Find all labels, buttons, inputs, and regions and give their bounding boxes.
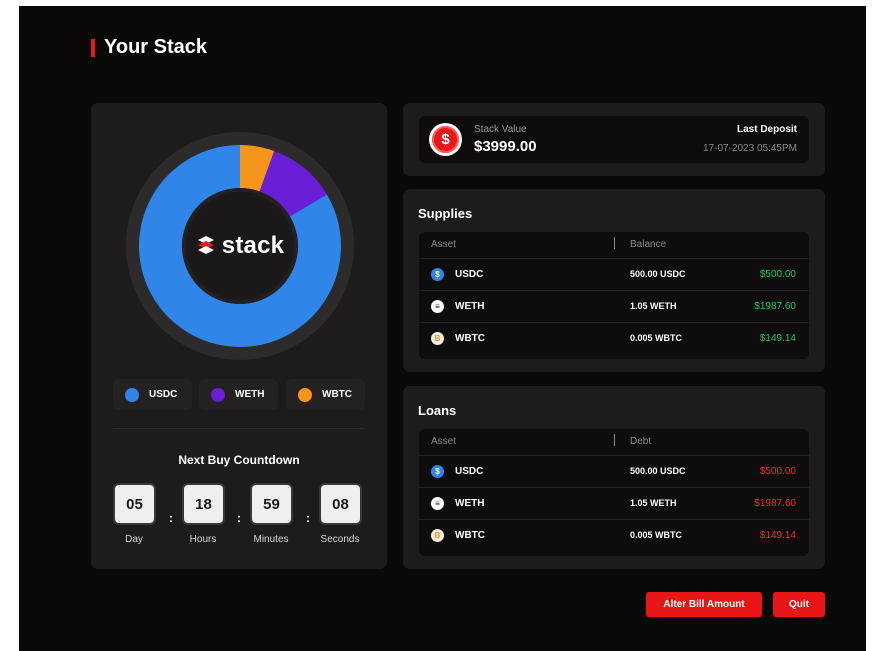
countdown-days: 05 [115, 485, 154, 523]
asset-usd-value: $1987.60 [754, 498, 796, 509]
legend-label: WBTC [322, 389, 352, 400]
title-accent-bar [91, 39, 95, 57]
countdown-seconds: 08 [321, 485, 360, 523]
column-divider [614, 237, 615, 249]
legend-label: USDC [149, 389, 178, 400]
supplies-panel: Supplies Asset Balance $ USDC 500.00 USD… [403, 189, 825, 372]
stack-logo-icon [197, 236, 214, 254]
countdown-separator: : [169, 511, 173, 525]
asset-usd-value: $149.14 [759, 333, 796, 344]
weth-icon: ≡ [431, 300, 444, 313]
countdown-title: Next Buy Countdown [178, 453, 300, 467]
legend-item-usdc: USDC [113, 379, 192, 410]
countdown-separator: : [306, 511, 310, 525]
column-divider [614, 434, 615, 446]
asset-usd-value: $149.14 [759, 530, 796, 541]
legend-item-weth: WETH [199, 379, 278, 410]
asset-name: WBTC [455, 333, 485, 344]
countdown-label-minutes: Minutes [253, 534, 289, 545]
last-deposit-label: Last Deposit [736, 124, 797, 135]
supplies-title: Supplies [418, 206, 473, 221]
loans-table: Asset Debt $ USDC 500.00 USDC $500.00 ≡ … [419, 429, 809, 556]
app-window: Your Stack stack USDC WETH WBTC Next Buy… [19, 6, 866, 651]
table-row: ≡ WETH 1.05 WETH $1987.60 [419, 290, 809, 322]
stack-value-panel: $ Stack Value $3999.00 Last Deposit 17-0… [403, 103, 825, 176]
usdc-legend-dot [125, 387, 139, 402]
table-row: $ USDC 500.00 USDC $500.00 [419, 455, 809, 487]
table-row: ≡ WETH 1.05 WETH $1987.60 [419, 487, 809, 519]
asset-amount: 1.05 WETH [630, 498, 677, 508]
countdown-label-seconds: Seconds [320, 534, 360, 545]
asset-usd-value: $1987.60 [754, 301, 796, 312]
column-header-balance: Balance [630, 239, 667, 250]
countdown-label-hours: Hours [189, 534, 217, 545]
usdc-icon: $ [431, 268, 444, 281]
asset-amount: 0.005 WBTC [630, 530, 683, 540]
wbtc-icon: B [431, 529, 444, 542]
weth-icon: ≡ [431, 497, 444, 510]
asset-name: WBTC [455, 530, 485, 541]
asset-name: WETH [455, 301, 485, 312]
stack-value-label: Stack Value [474, 124, 527, 135]
wbtc-legend-dot [298, 387, 312, 402]
asset-usd-value: $500.00 [759, 466, 796, 477]
page-title: Your Stack [104, 36, 207, 58]
asset-usd-value: $500.00 [759, 269, 796, 280]
column-header-asset: Asset [431, 239, 457, 250]
asset-amount: 0.005 WBTC [630, 333, 683, 343]
asset-amount: 1.05 WETH [630, 301, 677, 311]
stack-logo-text: stack [221, 232, 285, 259]
column-header-debt: Debt [630, 436, 652, 447]
asset-name: WETH [455, 498, 485, 509]
allocation-panel: stack USDC WETH WBTC Next Buy Countdown … [91, 103, 387, 569]
divider [113, 428, 365, 429]
stack-logo: stack [125, 131, 355, 361]
asset-amount: 500.00 USDC [630, 269, 686, 279]
legend-item-wbtc: WBTC [286, 379, 365, 410]
usdc-icon: $ [431, 465, 444, 478]
countdown-hours: 18 [184, 485, 223, 523]
dollar-icon: $ [429, 123, 462, 156]
supplies-table: Asset Balance $ USDC 500.00 USDC $500.00… [419, 232, 809, 359]
stack-value-card: $ Stack Value $3999.00 Last Deposit 17-0… [419, 116, 809, 163]
allocation-donut-chart: stack [125, 131, 355, 361]
wbtc-icon: B [431, 332, 444, 345]
legend-label: WETH [235, 389, 265, 400]
alter-bill-amount-button[interactable]: Alter Bill Amount [646, 592, 762, 617]
asset-name: USDC [455, 269, 484, 280]
loans-title: Loans [418, 403, 457, 418]
column-header-asset: Asset [431, 436, 457, 447]
stack-value-amount: $3999.00 [474, 138, 537, 155]
quit-button[interactable]: Quit [773, 592, 825, 617]
loans-panel: Loans Asset Debt $ USDC 500.00 USDC $500… [403, 386, 825, 569]
table-row: B WBTC 0.005 WBTC $149.14 [419, 519, 809, 551]
countdown-label-day: Day [125, 534, 143, 545]
weth-legend-dot [211, 387, 225, 402]
countdown-minutes: 59 [252, 485, 291, 523]
last-deposit-value: 17-07-2023 05:45PM [703, 143, 797, 154]
asset-name: USDC [455, 466, 484, 477]
asset-amount: 500.00 USDC [630, 466, 686, 476]
table-row: $ USDC 500.00 USDC $500.00 [419, 258, 809, 290]
table-row: B WBTC 0.005 WBTC $149.14 [419, 322, 809, 354]
countdown-separator: : [237, 511, 241, 525]
